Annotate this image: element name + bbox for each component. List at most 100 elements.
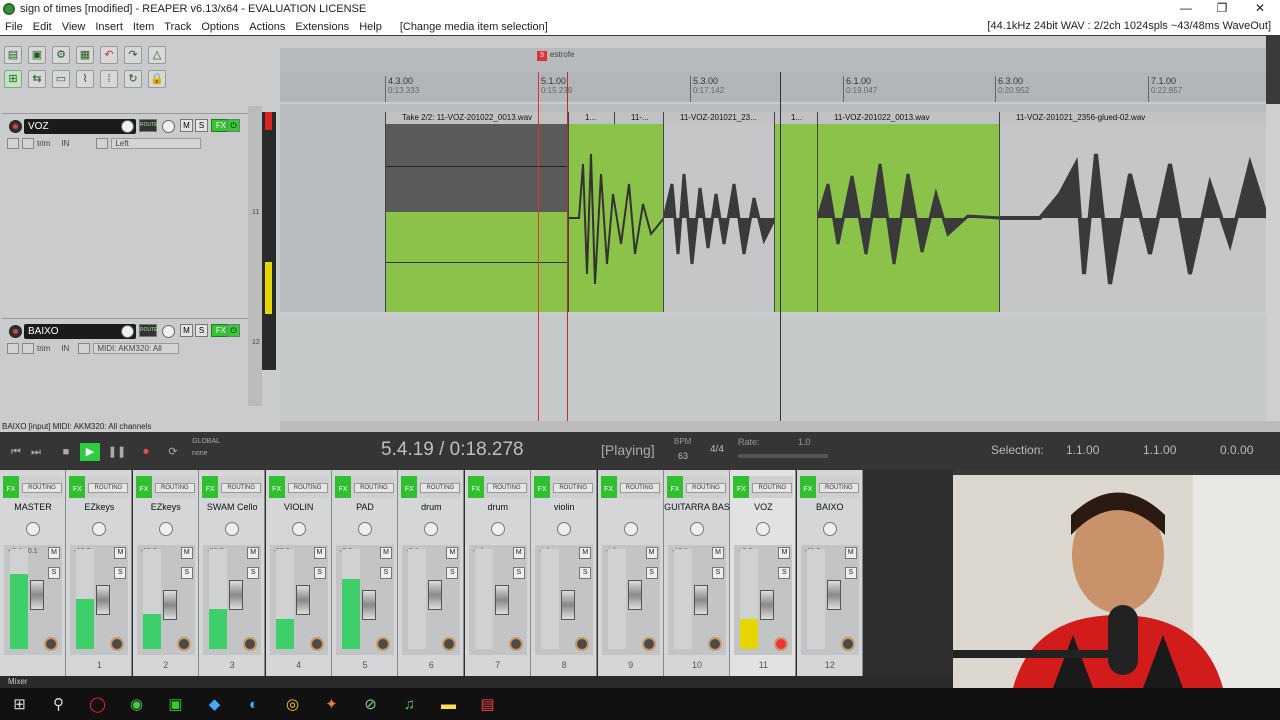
phase-icon[interactable] <box>7 342 19 354</box>
automation-mode-label[interactable]: none <box>192 450 208 457</box>
timeline-ruler[interactable]: 4.3.00 0:13.333 5.1.00 0:15.238 5.3.00 0:17… <box>280 72 1266 102</box>
mute-button[interactable]: M <box>512 547 525 559</box>
track-voz[interactable]: VOZ ROUTE M S FX ⏻ trim IN Left 11 <box>2 113 259 316</box>
app-gray-icon[interactable]: ⊘ <box>351 688 390 720</box>
metronome-icon[interactable]: △ <box>148 46 166 64</box>
pan-knob[interactable] <box>424 522 439 536</box>
marker-number[interactable]: 3 <box>537 51 547 61</box>
media-item[interactable]: 11-VOZ-201022_0013.wav <box>817 112 999 312</box>
routing-button[interactable]: ROUTING <box>818 483 859 493</box>
media-item[interactable]: 11-VOZ-201021_2356-glued-02.wav <box>999 112 1266 312</box>
app-blue-icon[interactable]: ◆ <box>195 688 234 720</box>
volume-fader[interactable] <box>694 585 708 615</box>
mute-button[interactable]: M <box>712 547 724 559</box>
pan-knob[interactable] <box>690 522 704 536</box>
record-arm-knob[interactable] <box>243 637 258 651</box>
mixer-tab-label[interactable]: Mixer <box>8 677 28 686</box>
volume-knob[interactable] <box>121 325 134 338</box>
global-automation-label[interactable]: GLOBAL <box>192 438 220 445</box>
fx-slot-button[interactable]: FX <box>335 476 351 498</box>
strip-name[interactable]: SWAM Cello <box>199 500 265 514</box>
volume-fader[interactable] <box>760 590 775 620</box>
pan-knob[interactable] <box>162 325 175 338</box>
solo-button[interactable]: S <box>48 567 60 579</box>
undo-icon[interactable]: ↶ <box>100 46 118 64</box>
record-arm-knob[interactable] <box>442 637 457 651</box>
routing-button[interactable]: ROUTING <box>88 483 129 493</box>
solo-button[interactable]: S <box>313 567 326 579</box>
app-green-icon[interactable]: ▣ <box>156 688 195 720</box>
selection-end[interactable]: 1.1.00 <box>1143 443 1176 457</box>
arrange-view[interactable]: 3 estrofe 4.3.00 0:13.333 5.1.00 0:15.238 … <box>280 36 1266 421</box>
record-arm-knob[interactable] <box>641 637 656 651</box>
mixer-strip[interactable]: FX ROUTING EZkeys -10.7 M S 1 <box>66 470 133 676</box>
project-settings-icon[interactable]: ⚙ <box>52 46 70 64</box>
edge-icon[interactable]: ◐ <box>234 688 273 720</box>
solo-button[interactable]: S <box>579 567 592 579</box>
selection-length[interactable]: 0.0.00 <box>1220 443 1253 457</box>
track-name-voz[interactable]: VOZ <box>24 119 136 134</box>
mute-button[interactable]: M <box>446 547 459 559</box>
windows-start-icon[interactable]: ⊞ <box>0 688 39 720</box>
volume-fader[interactable] <box>494 585 509 615</box>
fx-slot-button[interactable]: FX <box>600 476 617 498</box>
record-arm-knob[interactable] <box>840 637 855 651</box>
record-arm-knob[interactable] <box>376 637 390 651</box>
strip-name[interactable]: GUITARRA BAS <box>664 500 730 514</box>
volume-fader[interactable] <box>627 580 642 610</box>
record-arm-knob[interactable] <box>575 637 590 651</box>
volume-fader[interactable] <box>162 590 177 620</box>
repeat-icon[interactable]: ⟳ <box>163 443 183 461</box>
mute-button[interactable]: M <box>844 547 857 559</box>
mixer-strip[interactable]: FX ROUTING BAIXO -11.8 M S 12 <box>796 470 863 676</box>
reaper-taskbar-icon[interactable]: ◉ <box>117 688 156 720</box>
time-display[interactable]: 5.4.19 / 0:18.278 <box>381 439 524 461</box>
track-lane-baixo[interactable] <box>280 315 1266 421</box>
menu-actions[interactable]: Actions <box>244 21 290 33</box>
marker-label[interactable]: estrofe <box>550 50 574 59</box>
chrome-icon[interactable]: ◎ <box>273 688 312 720</box>
strip-name[interactable]: EZkeys <box>133 500 199 514</box>
media-item[interactable]: 11-VOZ-201021_23... <box>663 112 774 312</box>
routing-button[interactable]: ROUTING <box>752 483 793 493</box>
routing-button[interactable]: ROUTING <box>619 483 660 493</box>
volume-fader[interactable] <box>561 590 576 620</box>
routing-button[interactable]: ROUTING <box>287 483 328 493</box>
fx-slot-button[interactable]: FX <box>799 476 816 498</box>
pan-knob[interactable] <box>756 522 771 536</box>
volume-fader[interactable] <box>826 580 841 610</box>
menu-edit[interactable]: Edit <box>28 21 57 33</box>
solo-button[interactable]: S <box>247 567 260 579</box>
strip-name[interactable]: violin <box>531 500 597 514</box>
restore-button[interactable]: ❐ <box>1204 0 1240 18</box>
envelope-toggle-icon[interactable] <box>22 137 34 149</box>
audio-device-status[interactable]: [44.1kHz 24bit WAV : 2/2ch 1024spls ~43/… <box>982 20 1276 32</box>
envelope-icon[interactable]: ⌇ <box>76 70 94 88</box>
routing-button[interactable]: ROUTING <box>686 483 726 493</box>
pan-knob[interactable] <box>557 522 572 536</box>
mixer-strip[interactable]: FX ROUTING GUITARRA BAS -10.1 M S 10 <box>664 470 730 676</box>
fx-slot-button[interactable]: FX <box>135 476 152 498</box>
mixer-dock-tab[interactable]: Mixer <box>0 676 953 688</box>
strip-name[interactable]: PAD <box>332 500 398 514</box>
app-orange-icon[interactable]: ✦ <box>312 688 351 720</box>
menu-options[interactable]: Options <box>196 21 244 33</box>
snap-icon[interactable]: ⁞ <box>100 70 118 88</box>
pan-knob[interactable] <box>26 522 40 536</box>
strip-name[interactable]: EZkeys <box>66 500 132 514</box>
route-button[interactable]: ROUTE <box>139 119 158 132</box>
app-red-icon[interactable]: ▤ <box>468 688 507 720</box>
volume-knob[interactable] <box>121 120 134 133</box>
volume-fader[interactable] <box>96 585 111 615</box>
solo-button[interactable]: S <box>712 567 724 579</box>
input-monitor-label[interactable]: IN <box>61 344 69 353</box>
input-select-icon[interactable] <box>96 137 109 149</box>
pan-knob[interactable] <box>291 522 306 536</box>
envelope-toggle-icon[interactable] <box>22 342 34 354</box>
mute-button[interactable]: M <box>180 547 193 559</box>
fx-slot-button[interactable]: FX <box>268 476 285 498</box>
trim-label[interactable]: trim <box>37 344 50 353</box>
mute-button[interactable]: M <box>778 547 791 559</box>
record-arm-icon[interactable] <box>9 325 22 338</box>
solo-button[interactable]: S <box>180 567 193 579</box>
